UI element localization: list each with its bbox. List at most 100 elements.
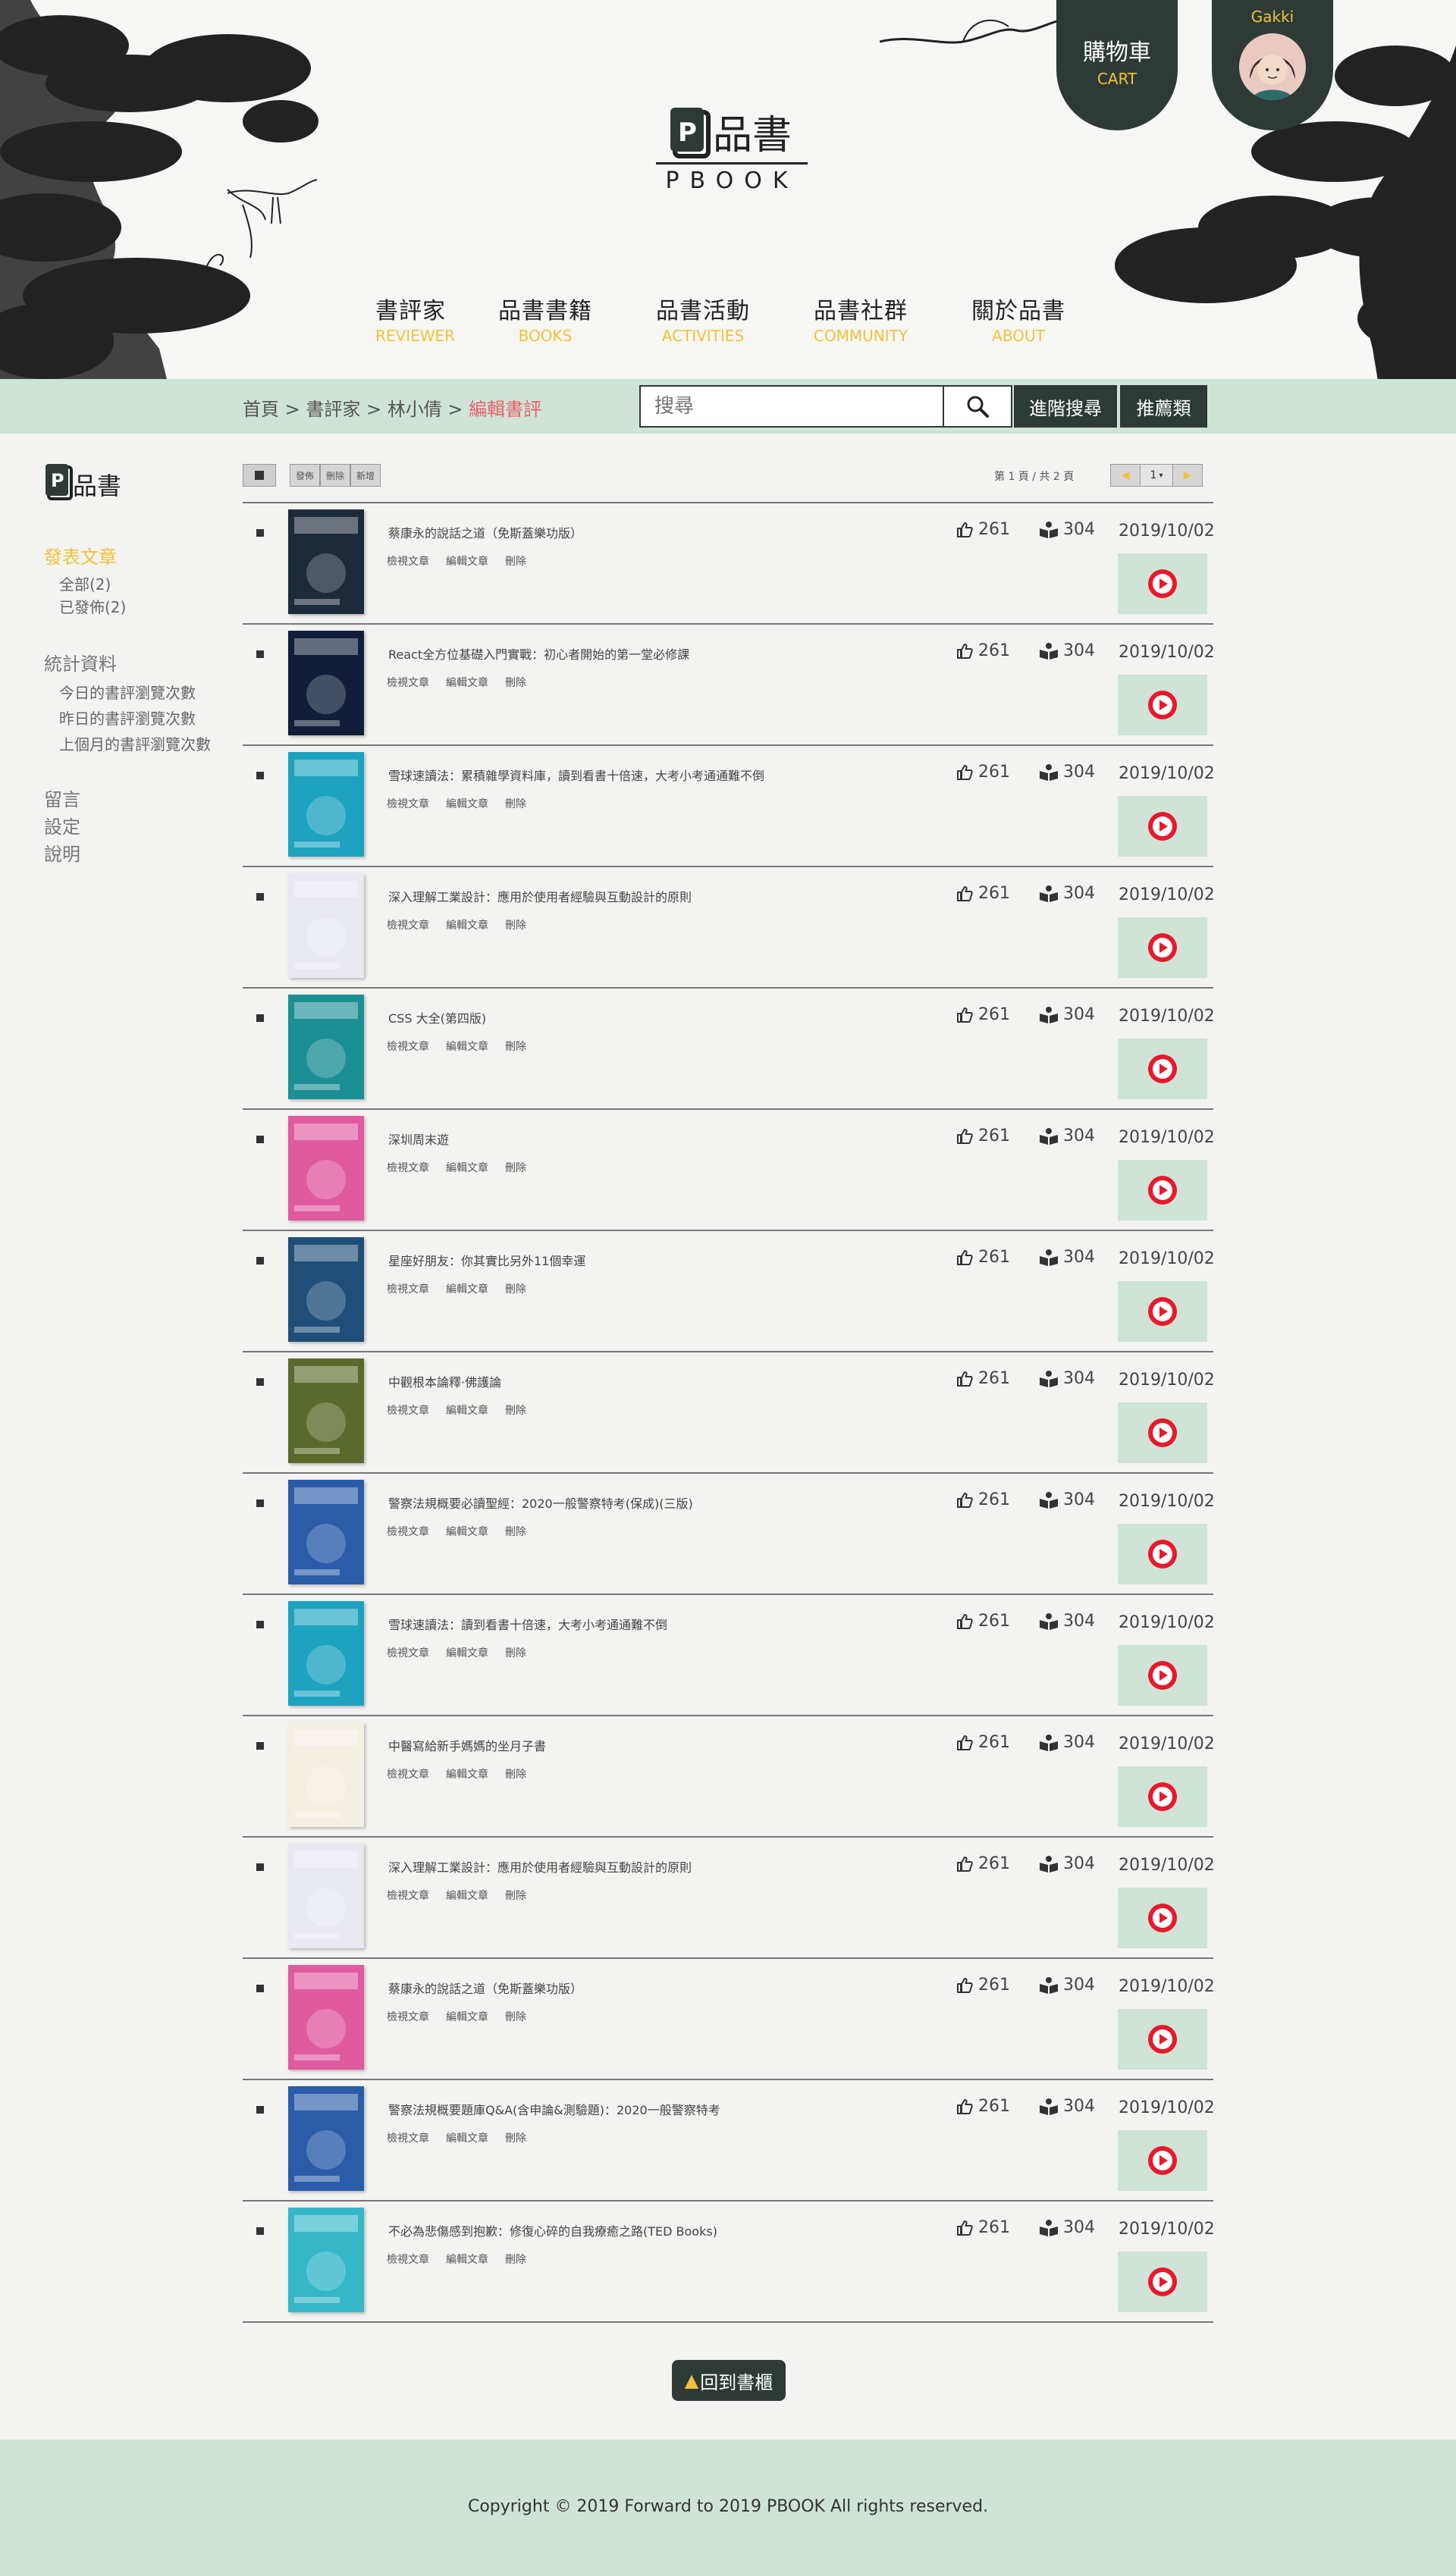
row-checkbox[interactable] — [256, 1257, 264, 1264]
sidebar-item-lastmonth-views[interactable]: 上個月的書評瀏覽次數 — [59, 733, 234, 756]
nav-about[interactable]: 關於品書 ABOUT — [940, 292, 1097, 345]
delete-article-link[interactable]: 刪除 — [505, 796, 526, 811]
book-title[interactable]: 雪球速讀法：讀到看書十倍速，大考小考通通難不倒 — [388, 1615, 667, 1633]
delete-article-link[interactable]: 刪除 — [505, 1888, 526, 1903]
book-cover-image[interactable] — [288, 1480, 364, 1584]
edit-article-link[interactable]: 編輯文章 — [446, 1039, 488, 1054]
breadcrumb-reviewer[interactable]: 書評家 — [306, 399, 360, 420]
recommend-category-button[interactable]: 推薦類 — [1120, 385, 1207, 428]
advanced-search-button[interactable]: 進階搜尋 — [1014, 385, 1117, 428]
book-title[interactable]: CSS 大全(第四版) — [388, 1008, 486, 1026]
sidebar-item-all[interactable]: 全部(2) — [59, 573, 234, 596]
view-article-link[interactable]: 檢視文章 — [387, 1524, 429, 1539]
book-title[interactable]: 雪球速讀法：累積雜學資料庫，讀到看書十倍速，大考小考通通難不倒 — [388, 766, 764, 784]
row-checkbox[interactable] — [256, 1378, 264, 1386]
edit-article-link[interactable]: 編輯文章 — [446, 1766, 488, 1782]
cart-button[interactable]: 購物車 CART — [1056, 0, 1178, 130]
sidebar-item-yesterday-views[interactable]: 昨日的書評瀏覽次數 — [59, 707, 234, 730]
video-button[interactable] — [1118, 1888, 1207, 1948]
video-button[interactable] — [1118, 796, 1207, 857]
delete-article-link[interactable]: 刪除 — [505, 2252, 526, 2267]
sidebar-logo[interactable]: P 品書 — [44, 462, 121, 502]
book-cover-image[interactable] — [288, 1359, 364, 1463]
delete-article-link[interactable]: 刪除 — [505, 1160, 526, 1175]
sidebar-item-help[interactable]: 說明 — [44, 841, 234, 868]
new-button[interactable]: 新增 — [350, 464, 381, 487]
edit-article-link[interactable]: 編輯文章 — [446, 2009, 488, 2024]
sidebar-item-today-views[interactable]: 今日的書評瀏覽次數 — [59, 682, 234, 704]
row-checkbox[interactable] — [256, 1014, 264, 1022]
edit-article-link[interactable]: 編輯文章 — [446, 675, 488, 690]
page-select[interactable]: 1 ▾ — [1141, 464, 1172, 487]
video-button[interactable] — [1118, 1524, 1207, 1584]
video-button[interactable] — [1118, 1160, 1207, 1221]
video-button[interactable] — [1118, 1766, 1207, 1827]
book-cover-image[interactable] — [288, 1116, 364, 1221]
delete-article-link[interactable]: 刪除 — [505, 1524, 526, 1539]
book-title[interactable]: React全方位基礎入門實戰：初心者開始的第一堂必修課 — [388, 644, 689, 663]
book-title[interactable]: 星座好朋友：你其實比另外11個幸運 — [388, 1251, 585, 1269]
sidebar-item-settings[interactable]: 設定 — [44, 813, 234, 841]
video-button[interactable] — [1118, 1402, 1207, 1463]
book-cover-image[interactable] — [288, 2086, 364, 2191]
edit-article-link[interactable]: 編輯文章 — [446, 2252, 488, 2267]
view-article-link[interactable]: 檢視文章 — [387, 1645, 429, 1660]
sidebar-posts-heading[interactable]: 發表文章 — [44, 542, 234, 569]
book-cover-image[interactable] — [288, 1722, 364, 1827]
edit-article-link[interactable]: 編輯文章 — [446, 1888, 488, 1903]
delete-article-link[interactable]: 刪除 — [505, 553, 526, 569]
edit-article-link[interactable]: 編輯文章 — [446, 1402, 488, 1418]
view-article-link[interactable]: 檢視文章 — [387, 917, 429, 932]
row-checkbox[interactable] — [256, 1621, 264, 1628]
view-article-link[interactable]: 檢視文章 — [387, 553, 429, 569]
nav-reviewer[interactable]: 書評家 REVIEWER — [375, 292, 466, 345]
book-title[interactable]: 蔡康永的說話之道（免斯蓋樂功版） — [388, 1979, 582, 1997]
nav-community[interactable]: 品書社群 COMMUNITY — [782, 292, 940, 345]
view-article-link[interactable]: 檢視文章 — [387, 1402, 429, 1418]
delete-article-link[interactable]: 刪除 — [505, 2009, 526, 2024]
video-button[interactable] — [1118, 2130, 1207, 2191]
edit-article-link[interactable]: 編輯文章 — [446, 2130, 488, 2145]
book-cover-image[interactable] — [288, 631, 364, 735]
video-button[interactable] — [1118, 1281, 1207, 1342]
book-title[interactable]: 中醫寫給新手媽媽的坐月子書 — [388, 1736, 546, 1754]
book-title[interactable]: 深圳周末遊 — [388, 1130, 449, 1148]
view-article-link[interactable]: 檢視文章 — [387, 2252, 429, 2267]
book-title[interactable]: 警察法規概要題庫Q&A(含申論&測驗題)：2020一般警察特考 — [388, 2100, 720, 2118]
breadcrumb-reviewer-name[interactable]: 林小倩 — [388, 399, 442, 420]
book-cover-image[interactable] — [288, 873, 364, 978]
row-checkbox[interactable] — [256, 1985, 264, 1992]
select-all-checkbox[interactable] — [243, 464, 276, 487]
next-page-button[interactable]: ▶ — [1172, 464, 1203, 487]
row-checkbox[interactable] — [256, 893, 264, 901]
breadcrumb-home[interactable]: 首頁 — [243, 399, 279, 420]
edit-article-link[interactable]: 編輯文章 — [446, 1160, 488, 1175]
book-cover-image[interactable] — [288, 2208, 364, 2312]
video-button[interactable] — [1118, 675, 1207, 735]
book-title[interactable]: 不必為悲傷感到抱歉：修復心碎的自我療癒之路(TED Books) — [388, 2221, 717, 2239]
book-cover-image[interactable] — [288, 1965, 364, 2070]
edit-article-link[interactable]: 編輯文章 — [446, 1524, 488, 1539]
row-checkbox[interactable] — [256, 650, 264, 658]
row-checkbox[interactable] — [256, 772, 264, 779]
book-cover-image[interactable] — [288, 509, 364, 614]
sidebar-stats-heading[interactable]: 統計資料 — [44, 649, 234, 675]
book-title[interactable]: 深入理解工業設計：應用於使用者經驗與互動設計的原則 — [388, 1857, 692, 1876]
video-button[interactable] — [1118, 917, 1207, 978]
edit-article-link[interactable]: 編輯文章 — [446, 917, 488, 932]
edit-article-link[interactable]: 編輯文章 — [446, 1645, 488, 1660]
view-article-link[interactable]: 檢視文章 — [387, 1766, 429, 1782]
video-button[interactable] — [1118, 2009, 1207, 2070]
delete-article-link[interactable]: 刪除 — [505, 1645, 526, 1660]
delete-article-link[interactable]: 刪除 — [505, 1766, 526, 1782]
view-article-link[interactable]: 檢視文章 — [387, 1039, 429, 1054]
back-to-shelf-button[interactable]: ▲ 回到書櫃 — [672, 2360, 786, 2401]
book-title[interactable]: 蔡康永的說話之道（免斯蓋樂功版） — [388, 523, 582, 541]
video-button[interactable] — [1118, 1039, 1207, 1099]
search-input[interactable] — [641, 387, 943, 426]
book-title[interactable]: 深入理解工業設計：應用於使用者經驗與互動設計的原則 — [388, 887, 692, 905]
row-checkbox[interactable] — [256, 1136, 264, 1143]
book-cover-image[interactable] — [288, 1844, 364, 1948]
edit-article-link[interactable]: 編輯文章 — [446, 796, 488, 811]
view-article-link[interactable]: 檢視文章 — [387, 675, 429, 690]
